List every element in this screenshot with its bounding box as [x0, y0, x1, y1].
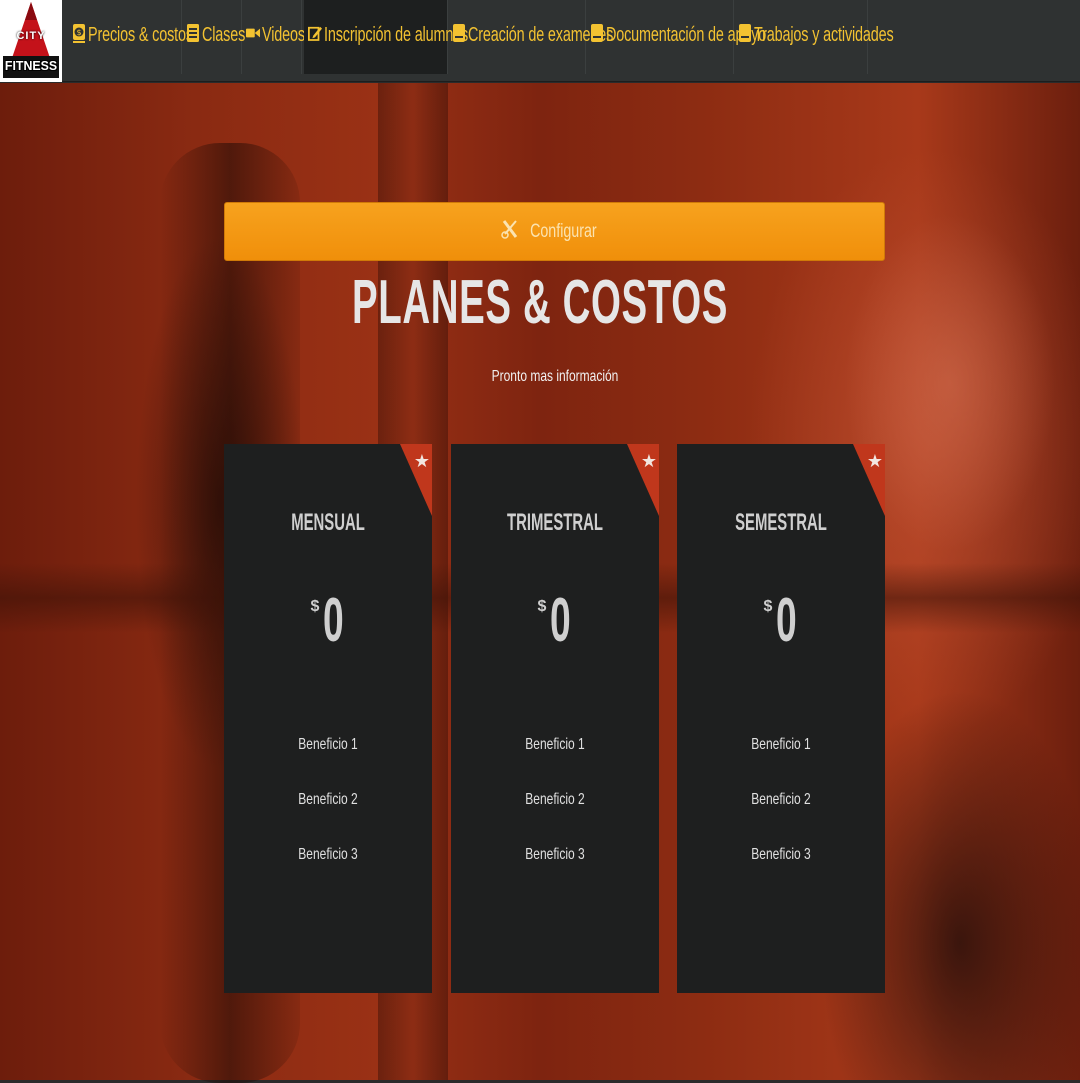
star-icon: ★	[413, 451, 430, 471]
configure-button-label: Configurar	[530, 220, 597, 242]
currency-symbol: $	[310, 598, 320, 615]
plan-benefit: Beneficio 2	[751, 791, 811, 808]
nav-item-documentacion-apoyo[interactable]: Documentación de apoyo	[590, 0, 766, 74]
star-icon: ★	[866, 451, 883, 471]
star-icon: ★	[640, 451, 657, 471]
logo-text-city: CITY	[16, 30, 46, 42]
plan-name: TRIMESTRAL	[507, 509, 603, 536]
plan-benefit: Beneficio 1	[751, 736, 811, 753]
nav-label: Trabajos y actividades	[754, 24, 894, 46]
configure-button[interactable]: Configurar	[224, 202, 885, 261]
plan-name: MENSUAL	[291, 509, 365, 536]
book-icon	[738, 22, 752, 44]
nav-label: Inscripción de alumnos	[324, 24, 469, 46]
price-amount: 0	[323, 586, 345, 655]
dollar-icon: $	[72, 22, 86, 44]
plan-benefit: Beneficio 3	[525, 846, 585, 863]
city-fitness-logo[interactable]: CITY FITNESS	[0, 0, 62, 82]
plan-price: $ 0	[677, 590, 885, 660]
nav-item-precios-costos[interactable]: $ Precios & costos	[72, 0, 193, 74]
top-navbar: CITY FITNESS $ Precios & costos Clases V…	[0, 0, 1080, 82]
currency-symbol: $	[763, 598, 773, 615]
plan-benefit: Beneficio 1	[525, 736, 585, 753]
page-subtitle: Pronto mas información	[491, 368, 619, 385]
plan-benefit: Beneficio 3	[751, 846, 811, 863]
nav-label: Videos	[262, 24, 305, 46]
currency-symbol: $	[537, 598, 547, 615]
plan-benefit: Beneficio 2	[298, 791, 358, 808]
nav-item-videos[interactable]: Videos	[246, 0, 305, 74]
edit-icon	[308, 22, 322, 44]
nav-item-creacion-examenes[interactable]: Creación de examenes	[452, 0, 613, 74]
plan-benefit: Beneficio 3	[298, 846, 358, 863]
plan-card-trimestral: ★ TRIMESTRAL $ 0 Beneficio 1 Beneficio 2…	[451, 444, 659, 993]
book-icon	[590, 22, 604, 44]
nav-item-inscripcion-alumnos[interactable]: Inscripción de alumnos	[304, 0, 468, 74]
plan-price: $ 0	[451, 590, 659, 660]
plan-benefit: Beneficio 2	[525, 791, 585, 808]
price-amount: 0	[776, 586, 798, 655]
plan-name: SEMESTRAL	[735, 509, 827, 536]
page-title: PLANES & COSTOS	[352, 268, 728, 337]
price-amount: 0	[550, 586, 572, 655]
plan-price: $ 0	[224, 590, 432, 660]
tools-icon	[501, 218, 519, 245]
logo-text-fitness: FITNESS	[4, 58, 58, 73]
video-camera-icon	[246, 22, 260, 44]
nav-item-clases[interactable]: Clases	[186, 0, 246, 74]
calendar-icon	[186, 22, 200, 44]
nav-item-trabajos-actividades[interactable]: Trabajos y actividades	[738, 0, 894, 74]
plan-card-semestral: ★ SEMESTRAL $ 0 Beneficio 1 Beneficio 2 …	[677, 444, 885, 993]
nav-label: Precios & costos	[88, 24, 193, 46]
plan-benefit: Beneficio 1	[298, 736, 358, 753]
book-icon	[452, 22, 466, 44]
svg-text:$: $	[76, 28, 81, 37]
plan-card-mensual: ★ MENSUAL $ 0 Beneficio 1 Beneficio 2 Be…	[224, 444, 432, 993]
nav-label: Clases	[202, 24, 246, 46]
